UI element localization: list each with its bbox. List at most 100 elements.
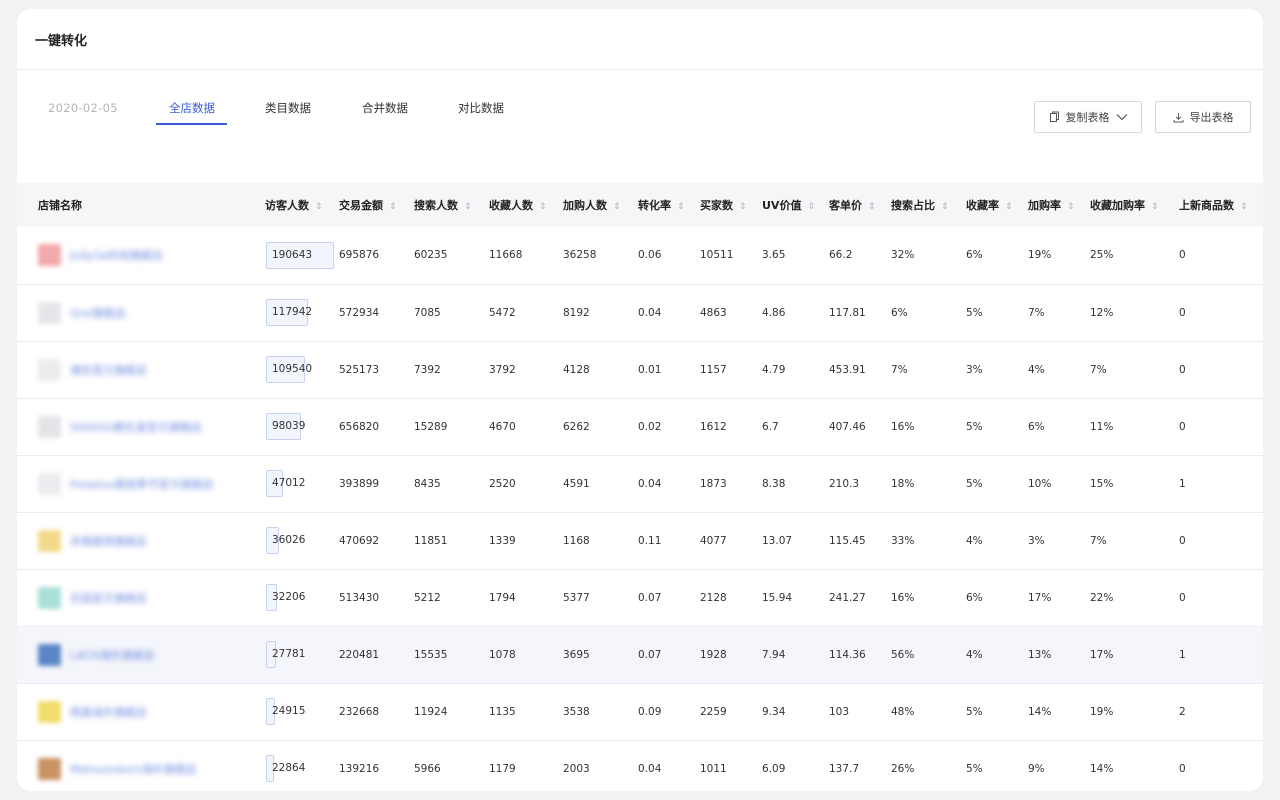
shop-name-link[interactable]: 乐园官方旗舰店 — [70, 590, 147, 606]
sort-icon[interactable]: ⇕ — [739, 202, 747, 212]
cell-search-share: 48% — [891, 705, 915, 718]
copy-table-button[interactable]: 复制表格 — [1034, 101, 1142, 133]
shop-name-link[interactable]: LACH海外旗舰店 — [70, 647, 155, 663]
column-header-label: 收藏加购率 — [1090, 199, 1145, 212]
shop-name-link[interactable]: Orei旗舰店 — [70, 305, 126, 321]
visitor-value: 36026 — [272, 534, 306, 546]
sort-icon[interactable]: ⇕ — [1240, 202, 1248, 212]
column-header-favorite-users[interactable]: 收藏人数 ⇕ — [489, 183, 563, 227]
table-row[interactable]: 衣格服饰旗舰店 36026 470692 11851 1339 1168 0.11 4077 1… — [17, 512, 1263, 569]
cell-favorite-users: 5472 — [489, 306, 516, 319]
table-row[interactable]: Mahoutokoro海外旗舰店 22864 139216 5966 1179 2003 0… — [17, 740, 1263, 791]
sort-icon[interactable]: ⇕ — [868, 202, 876, 212]
cell-visitors: 36026 — [265, 512, 339, 569]
cell-favorite-rate: 5% — [966, 420, 983, 433]
table-row[interactable]: JuSp3a时尚旗舰店 190643 695876 60235 11668 36258 0.… — [17, 227, 1263, 284]
cell-favorite-users: 11668 — [489, 249, 523, 262]
cell-buyers: 1011 — [700, 762, 727, 775]
table-body: JuSp3a时尚旗舰店 190643 695876 60235 11668 36258 0.… — [17, 227, 1263, 791]
column-header-favorite-rate[interactable]: 收藏率 ⇕ — [966, 183, 1028, 227]
column-header-transaction-amount[interactable]: 交易金额 ⇕ — [339, 183, 414, 227]
sort-icon[interactable]: ⇕ — [539, 202, 547, 212]
shop-name-link[interactable]: 雨森海外旗舰店 — [70, 704, 147, 720]
cell-uv-value: 4.79 — [762, 363, 786, 376]
cell-fav-cart-rate: 22% — [1090, 591, 1114, 604]
sort-icon[interactable]: ⇕ — [389, 202, 397, 212]
sort-icon[interactable]: ⇕ — [677, 202, 685, 212]
table-row[interactable]: LACH海外旗舰店 27781 220481 15535 1078 3695 0.07 192… — [17, 626, 1263, 683]
cell-avg-order-value: 115.45 — [829, 534, 866, 547]
cell-buyers: 1928 — [700, 648, 727, 661]
visitor-value: 190643 — [272, 248, 313, 261]
table-row[interactable]: Orei旗舰店 117942 572934 7085 5472 8192 0.04 4863 4… — [17, 284, 1263, 341]
export-table-button[interactable]: 导出表格 — [1155, 101, 1251, 133]
column-header-label: 收藏率 — [966, 199, 999, 212]
column-header-search-share[interactable]: 搜索占比 ⇕ — [891, 183, 966, 227]
sort-icon[interactable]: ⇕ — [613, 202, 621, 212]
table-row[interactable]: freeplus美丽季节官方旗舰店 47012 393899 8435 2520 4591… — [17, 455, 1263, 512]
cell-uv-value: 13.07 — [762, 534, 793, 547]
shop-name-link[interactable]: SHIGOU朗生皇官方旗舰店 — [70, 419, 202, 435]
cell-cart-users: 36258 — [563, 249, 597, 262]
cell-transaction-amount: 525173 — [339, 363, 380, 376]
column-header-avg-order-value[interactable]: 客单价 ⇕ — [829, 183, 891, 227]
cell-search-share: 16% — [891, 591, 915, 604]
column-header-buyers[interactable]: 买家数 ⇕ — [700, 183, 762, 227]
shop-cell: Orei旗舰店 — [17, 284, 265, 341]
sort-icon[interactable]: ⇕ — [807, 202, 815, 212]
shop-cell: SHIGOU朗生皇官方旗舰店 — [17, 398, 265, 455]
cell-visitors: 22864 — [265, 740, 339, 791]
table-row[interactable]: 雨森海外旗舰店 24915 232668 11924 1135 3538 0.09 2259 9… — [17, 683, 1263, 740]
shop-logo — [38, 301, 61, 324]
date-label[interactable]: 2020-02-05 — [48, 101, 118, 115]
tab-compare-data[interactable]: 对比数据 — [458, 100, 504, 116]
cell-avg-order-value: 66.2 — [829, 249, 853, 262]
cell-search-users: 15289 — [414, 420, 448, 433]
tab-merged-data[interactable]: 合并数据 — [362, 100, 408, 116]
main-card: 一键转化 2020-02-05 全店数据 类目数据 合并数据 对比数据 复制表格… — [17, 9, 1263, 791]
column-header-fav-cart-rate[interactable]: 收藏加购率 ⇕ — [1090, 183, 1179, 227]
tab-store-data[interactable]: 全店数据 — [169, 100, 215, 116]
cell-visitors: 24915 — [265, 683, 339, 740]
cell-uv-value: 7.94 — [762, 648, 786, 661]
sort-icon[interactable]: ⇕ — [1151, 202, 1159, 212]
cell-avg-order-value: 103 — [829, 705, 850, 718]
column-header-new-items[interactable]: 上新商品数 ⇕ — [1179, 183, 1263, 227]
sort-icon[interactable]: ⇕ — [941, 202, 949, 212]
table-row[interactable]: SHIGOU朗生皇官方旗舰店 98039 656820 15289 4670 6262 0.… — [17, 398, 1263, 455]
shop-name-link[interactable]: 衣格服饰旗舰店 — [70, 533, 147, 549]
shop-name-link[interactable]: Mahoutokoro海外旗舰店 — [70, 761, 197, 777]
column-header-uv-value[interactable]: UV价值 ⇕ — [762, 183, 829, 227]
cell-cart-users: 4128 — [563, 363, 590, 376]
shop-name-link[interactable]: freeplus美丽季节官方旗舰店 — [70, 476, 213, 492]
column-header-cart-rate[interactable]: 加购率 ⇕ — [1028, 183, 1090, 227]
cell-search-users: 7085 — [414, 306, 441, 319]
cell-new-items: 1 — [1179, 648, 1186, 661]
sort-icon[interactable]: ⇕ — [1067, 202, 1075, 212]
shop-name-link[interactable]: JuSp3a时尚旗舰店 — [70, 247, 163, 263]
shop-name-link[interactable]: 潮衣官方旗舰店 — [70, 362, 147, 378]
cell-cart-users: 3538 — [563, 705, 590, 718]
column-header-search-users[interactable]: 搜索人数 ⇕ — [414, 183, 489, 227]
cell-cart-rate: 19% — [1028, 249, 1052, 262]
shop-logo — [38, 415, 61, 438]
column-header-label: 转化率 — [638, 199, 671, 212]
copy-table-label: 复制表格 — [1065, 111, 1110, 124]
column-header-label: 上新商品数 — [1179, 199, 1234, 212]
table-row[interactable]: 潮衣官方旗舰店 109540 525173 7392 3792 4128 0.01 1157 4… — [17, 341, 1263, 398]
tab-category-data[interactable]: 类目数据 — [265, 100, 311, 116]
sort-icon[interactable]: ⇕ — [464, 202, 472, 212]
sort-icon[interactable]: ⇕ — [1005, 202, 1013, 212]
column-header-label: 加购人数 — [563, 199, 607, 212]
column-header-visitors[interactable]: 访客人数 ⇕ — [265, 183, 339, 227]
column-header-label: 店铺名称 — [38, 199, 82, 212]
cell-fav-cart-rate: 11% — [1090, 420, 1114, 433]
cell-avg-order-value: 241.27 — [829, 591, 866, 604]
column-header-cart-users[interactable]: 加购人数 ⇕ — [563, 183, 638, 227]
table-row[interactable]: 乐园官方旗舰店 32206 513430 5212 1794 5377 0.07 2128 15… — [17, 569, 1263, 626]
column-header-label: 交易金额 — [339, 199, 383, 212]
column-header-conversion-rate[interactable]: 转化率 ⇕ — [638, 183, 700, 227]
cell-uv-value: 9.34 — [762, 705, 786, 718]
sort-icon[interactable]: ⇕ — [315, 202, 323, 212]
chevron-down-icon — [1116, 113, 1128, 121]
